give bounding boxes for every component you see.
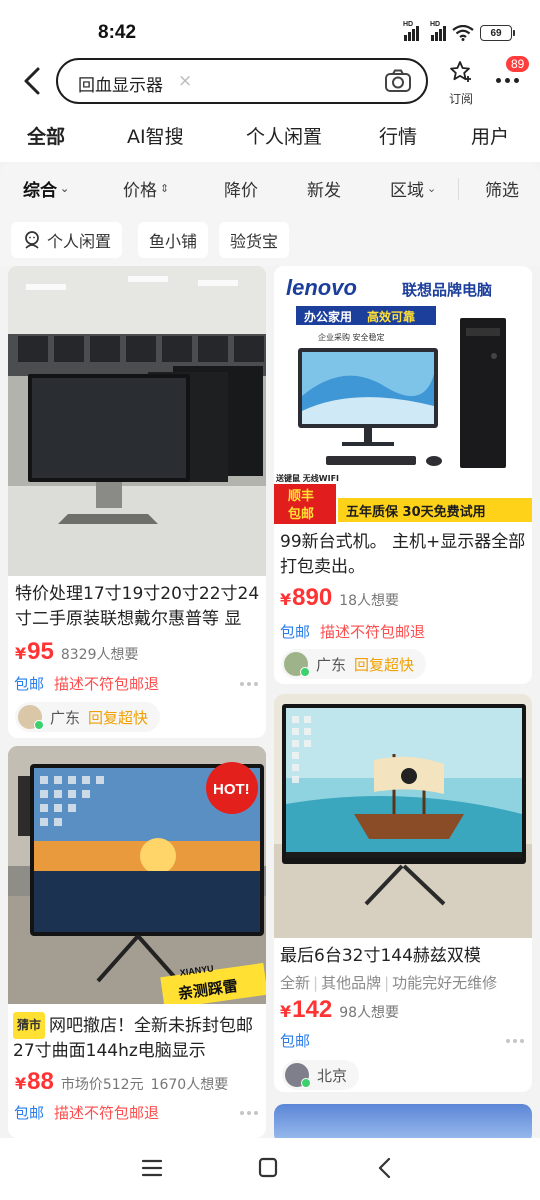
notification-badge: 89 bbox=[506, 56, 530, 72]
chip-fish-shop[interactable]: 鱼小铺 bbox=[138, 222, 209, 258]
more-menu-button[interactable]: 89 bbox=[492, 56, 530, 96]
sort-new[interactable]: 新发 bbox=[307, 176, 341, 201]
sort-price-drop[interactable]: 降价 bbox=[224, 176, 258, 201]
product-price: ¥88 市场价512元 1670人想要 bbox=[15, 1068, 229, 1095]
product-image[interactable]: HOT! XIANYU 亲测踩雷 bbox=[8, 746, 266, 1004]
clear-icon[interactable]: × bbox=[178, 71, 192, 91]
wifi-icon bbox=[452, 25, 474, 41]
filter-region[interactable]: 区域 ⌄ bbox=[390, 176, 436, 201]
chip-personal-idle[interactable]: 个人闲置 bbox=[11, 222, 123, 258]
tab-personal-idle[interactable]: 个人闲置 bbox=[246, 122, 322, 149]
product-tags: 包邮 bbox=[280, 1032, 311, 1050]
product-title: 猜市 网吧撤店！全新未拆封包邮27寸曲面144hz电脑显示 bbox=[13, 1012, 263, 1064]
tab-users[interactable]: 用户 bbox=[471, 122, 509, 149]
product-price: ¥95 8329人想要 bbox=[15, 638, 139, 665]
tab-all[interactable]: 全部 bbox=[27, 122, 65, 149]
product-tags: 包邮 描述不符包邮退 bbox=[14, 675, 160, 693]
filter-divider bbox=[458, 178, 459, 200]
chevron-down-icon: ⌄ bbox=[60, 182, 70, 195]
avatar bbox=[18, 705, 44, 730]
product-title: 特价处理17寸19寸20寸22寸24寸二手原装联想戴尔惠普等 显 bbox=[15, 584, 260, 629]
product-image[interactable] bbox=[274, 694, 532, 938]
svg-text:企业采购 安全稳定: 企业采购 安全稳定 bbox=[318, 332, 385, 342]
tab-market[interactable]: 行情 bbox=[379, 122, 417, 149]
seller-info[interactable]: 北京 bbox=[282, 1060, 360, 1090]
product-card[interactable]: lenovo 联想品牌电脑 办公家用 高效可靠 企业采购 安全稳定 送键鼠 无线… bbox=[274, 266, 532, 684]
home-icon[interactable] bbox=[254, 1156, 282, 1180]
sort-filters: 综合 ⌄ 价格 ⇕ 降价 新发 区域 ⌄ 筛选 bbox=[0, 162, 540, 214]
more-dots-icon bbox=[496, 78, 519, 83]
product-tags: 包邮 描述不符包邮退 bbox=[280, 623, 426, 641]
signal-icon: HD bbox=[403, 21, 419, 41]
svg-text:HOT!: HOT! bbox=[213, 781, 250, 798]
product-title: 99新台式机。 主机+显示器全部打包卖出。 bbox=[280, 532, 526, 577]
svg-text:高效可靠: 高效可靠 bbox=[367, 309, 415, 324]
person-icon bbox=[25, 231, 39, 249]
category-tabs: 全部 AI智搜 个人闲置 行情 用户 bbox=[0, 110, 540, 162]
shop-badge: 猜市 bbox=[13, 1012, 46, 1039]
search-bar[interactable]: 回血显示器 × bbox=[56, 58, 428, 104]
subscribe-button[interactable]: 订阅 bbox=[446, 60, 476, 107]
more-options-icon[interactable] bbox=[506, 1039, 524, 1043]
chip-inspection[interactable]: 验货宝 bbox=[219, 222, 290, 258]
svg-text:办公家用: 办公家用 bbox=[304, 309, 352, 324]
status-bar: 8:42 HD HD 69 bbox=[0, 0, 540, 56]
system-nav-bar bbox=[0, 1138, 540, 1200]
product-card[interactable]: 最后6台32寸144赫兹双模 全新 | 其他品牌 | 功能完好无维修 ¥142 98人想要… bbox=[274, 694, 532, 1092]
seller-info[interactable]: 广东 回复超快 bbox=[281, 649, 427, 679]
svg-text:联想品牌电脑: 联想品牌电脑 bbox=[402, 281, 492, 299]
sort-price[interactable]: 价格 ⇕ bbox=[123, 176, 169, 201]
seller-info[interactable]: 广东 回复超快 bbox=[15, 702, 161, 732]
star-plus-icon bbox=[450, 61, 471, 82]
filter-button[interactable]: 筛选 bbox=[485, 176, 519, 201]
subscribe-label: 订阅 bbox=[448, 92, 473, 106]
product-price: ¥142 98人想要 bbox=[280, 996, 400, 1023]
avatar bbox=[285, 1063, 311, 1088]
product-title: 最后6台32寸144赫兹双模 bbox=[280, 946, 481, 966]
svg-text:五年质保 30天免费试用: 五年质保 30天免费试用 bbox=[346, 504, 486, 520]
product-tags: 包邮 描述不符包邮退 bbox=[14, 1104, 160, 1122]
hd-label: HD bbox=[403, 21, 414, 28]
status-time: 8:42 bbox=[98, 22, 137, 43]
menu-icon[interactable] bbox=[138, 1156, 166, 1180]
svg-text:包邮: 包邮 bbox=[288, 506, 314, 522]
search-query[interactable]: 回血显示器 bbox=[78, 71, 163, 96]
back-arrow-icon[interactable] bbox=[20, 66, 46, 96]
product-card[interactable]: HOT! XIANYU 亲测踩雷 猜市 网吧撤店！全新未拆封包邮27寸曲面144h… bbox=[8, 746, 266, 1138]
product-card[interactable]: 特价处理17寸19寸20寸22寸24寸二手原装联想戴尔惠普等 显 ¥95 8329… bbox=[8, 266, 266, 738]
product-image[interactable]: lenovo 联想品牌电脑 办公家用 高效可靠 企业采购 安全稳定 送键鼠 无线… bbox=[274, 266, 532, 524]
back-icon[interactable] bbox=[372, 1156, 400, 1180]
tab-ai-search[interactable]: AI智搜 bbox=[127, 122, 184, 149]
search-header: 回血显示器 × 订阅 89 bbox=[0, 56, 540, 110]
more-options-icon[interactable] bbox=[240, 1111, 258, 1115]
product-price: ¥890 18人想要 bbox=[280, 584, 400, 611]
signal-icon-2: HD bbox=[430, 21, 446, 41]
avatar bbox=[284, 652, 310, 677]
svg-text:送键鼠 无线WIFI: 送键鼠 无线WIFI bbox=[275, 473, 339, 483]
product-attributes: 全新 | 其他品牌 | 功能完好无维修 bbox=[280, 974, 498, 992]
camera-icon[interactable] bbox=[384, 68, 412, 94]
sort-arrows-icon: ⇕ bbox=[160, 182, 170, 195]
svg-text:顺丰: 顺丰 bbox=[288, 488, 314, 504]
battery-icon: 69 bbox=[480, 25, 515, 41]
product-image[interactable] bbox=[8, 266, 266, 576]
hd-label-2: HD bbox=[430, 21, 441, 28]
sort-comprehensive[interactable]: 综合 ⌄ bbox=[23, 176, 69, 201]
svg-text:lenovo: lenovo bbox=[286, 275, 357, 300]
status-icons: HD HD 69 bbox=[403, 21, 515, 41]
more-options-icon[interactable] bbox=[240, 682, 258, 686]
chevron-down-icon: ⌄ bbox=[427, 182, 437, 195]
